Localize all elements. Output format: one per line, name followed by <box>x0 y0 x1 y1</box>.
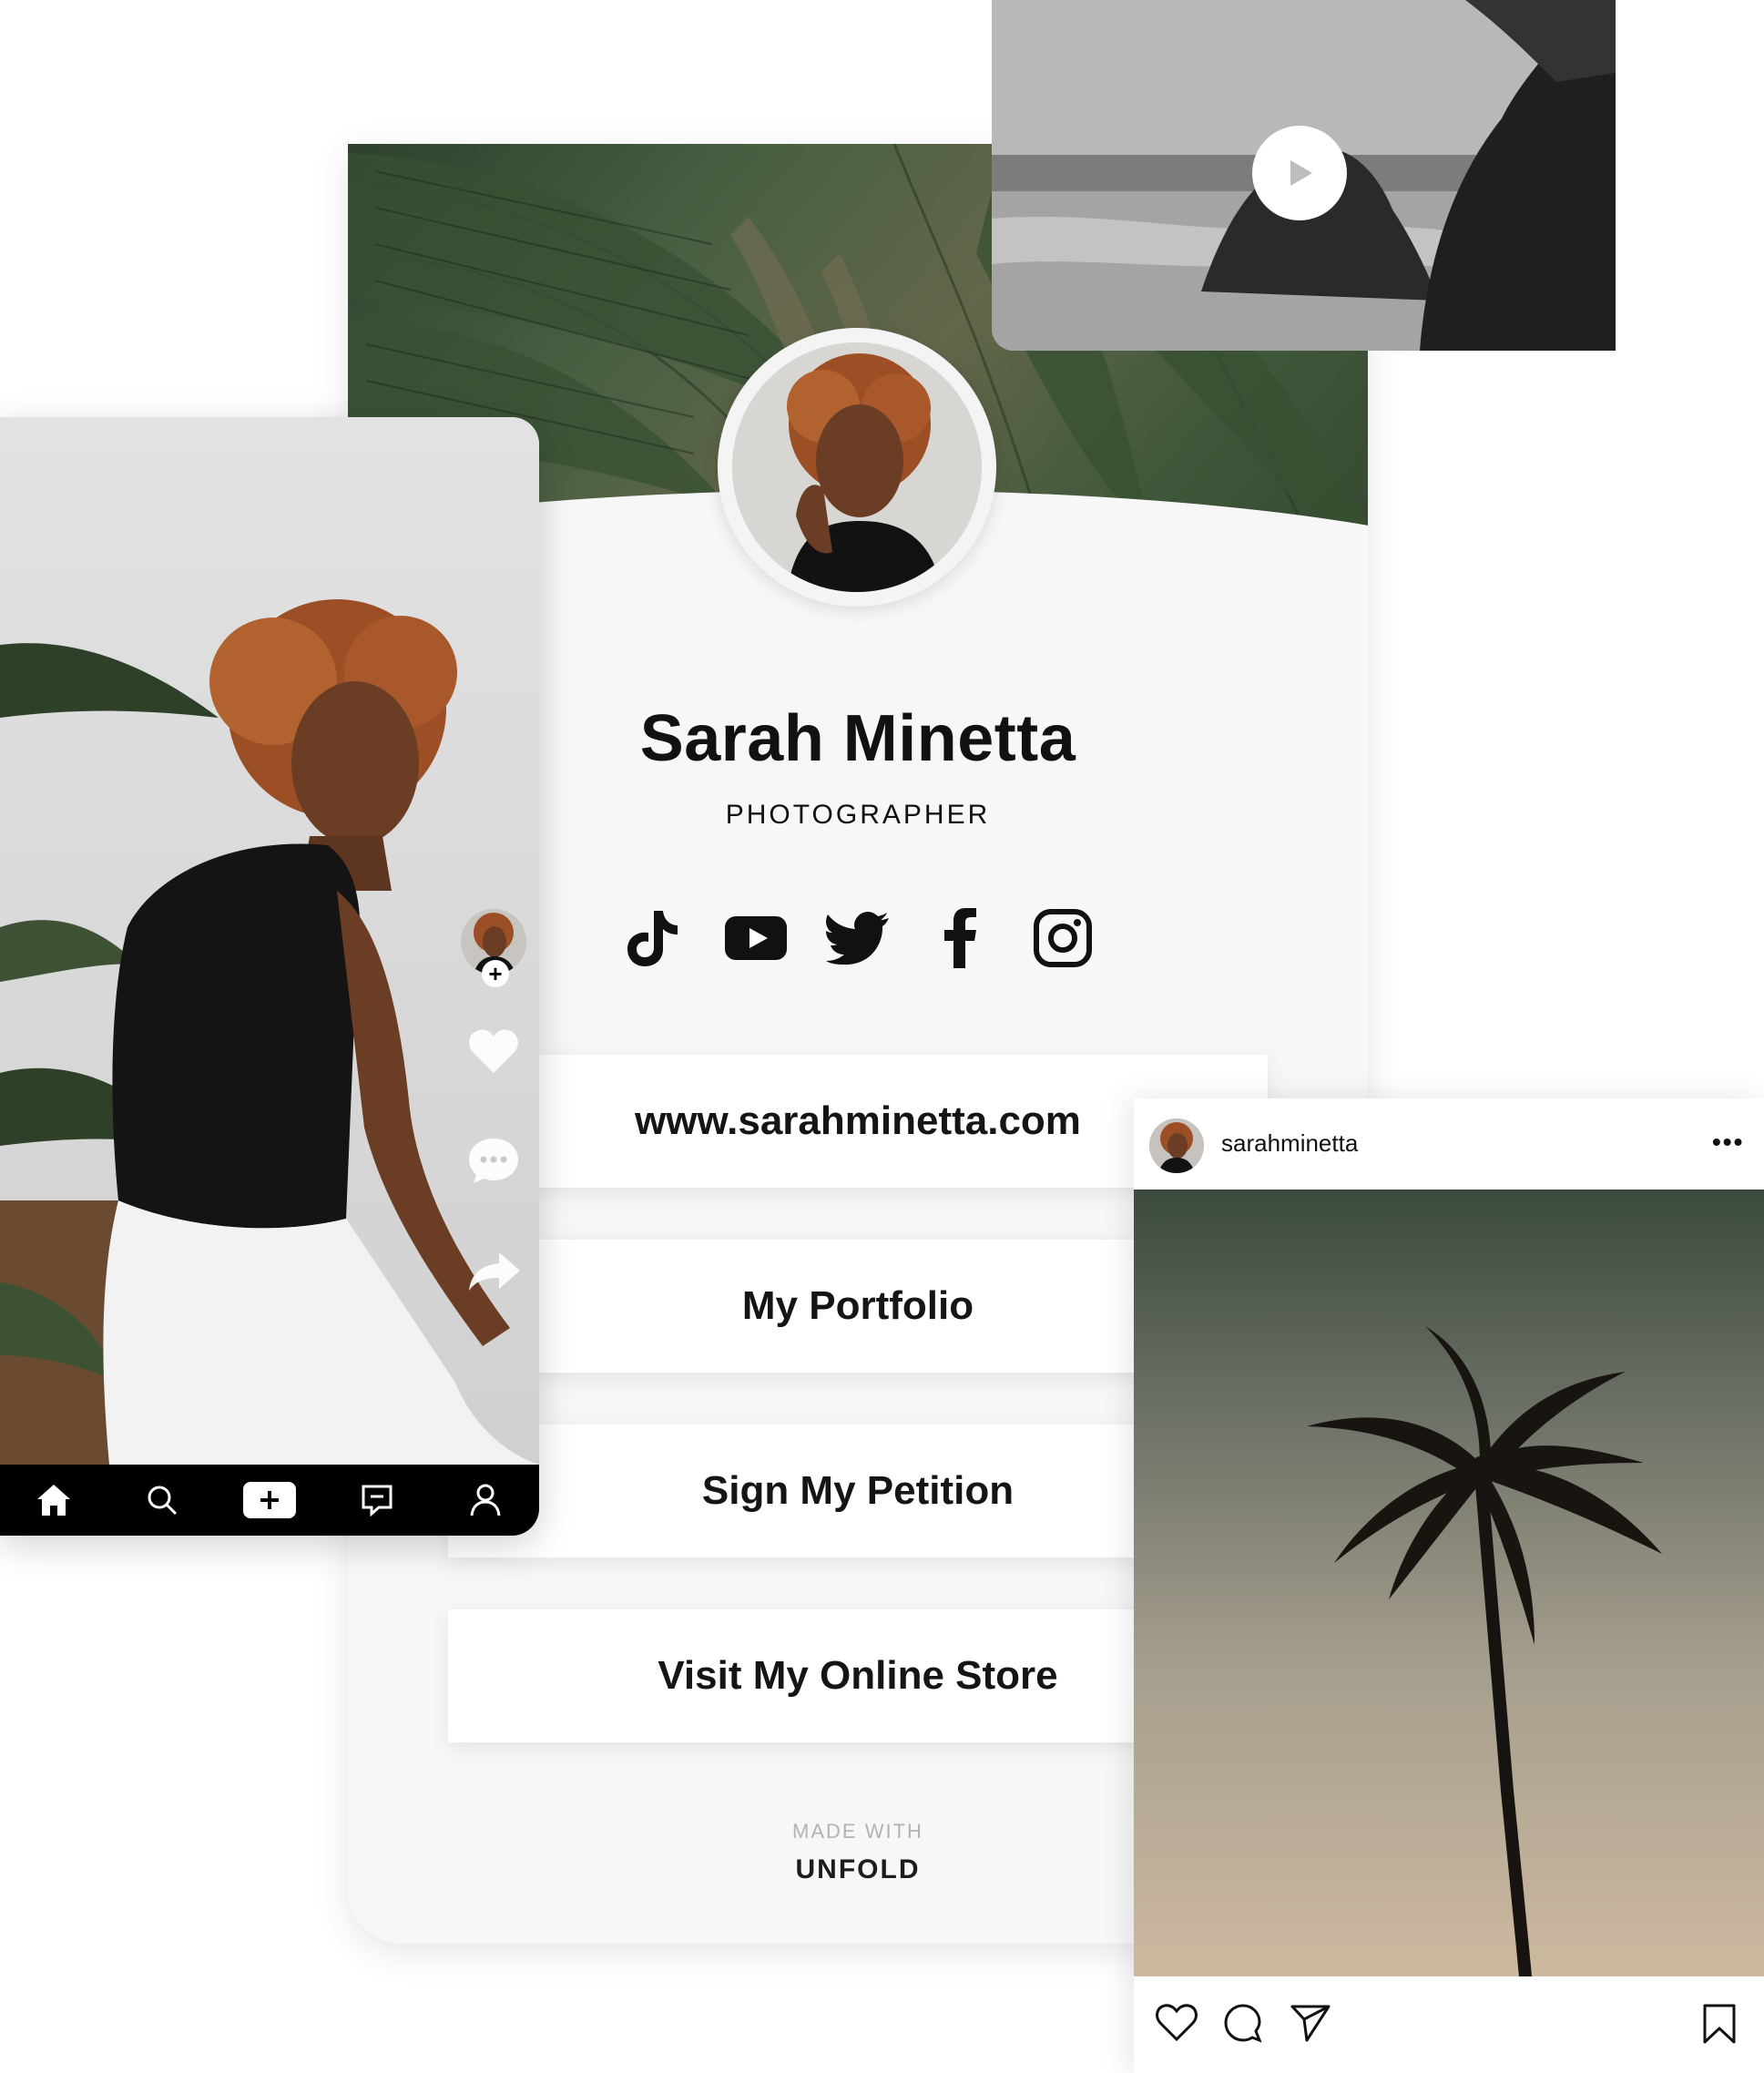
send-icon[interactable] <box>1290 2004 1331 2042</box>
tiktok-nav-bar <box>0 1465 539 1536</box>
share-icon[interactable] <box>468 1251 521 1297</box>
post-username[interactable]: sarahminetta <box>1221 1129 1358 1158</box>
video-card[interactable] <box>992 0 1616 351</box>
inbox-icon[interactable] <box>350 1473 404 1527</box>
portrait-illustration <box>732 342 982 592</box>
post-actions <box>1134 1976 1764 2073</box>
facebook-icon[interactable] <box>929 906 993 970</box>
create-icon[interactable] <box>242 1473 297 1527</box>
play-icon <box>1290 160 1312 186</box>
post-header: sarahminetta ••• <box>1134 1098 1764 1190</box>
social-icons <box>621 902 1095 975</box>
like-icon[interactable] <box>1156 2004 1198 2042</box>
bookmark-icon[interactable] <box>1702 2004 1737 2044</box>
search-icon[interactable] <box>135 1473 189 1527</box>
tiktok-icon[interactable] <box>621 906 685 970</box>
post-photo[interactable] <box>1134 1190 1764 1983</box>
palm-tree-photo <box>1307 1326 1662 1983</box>
avatar[interactable] <box>732 342 982 592</box>
instagram-icon[interactable] <box>1031 906 1095 970</box>
home-icon[interactable] <box>26 1473 81 1527</box>
comment-icon[interactable] <box>1223 2004 1263 2044</box>
instagram-post: sarahminetta ••• <box>1134 1098 1764 2073</box>
post-avatar[interactable] <box>1149 1118 1204 1173</box>
play-button[interactable] <box>1252 126 1347 220</box>
heart-icon[interactable] <box>468 1027 519 1079</box>
woman-photo <box>0 417 539 1536</box>
twitter-icon[interactable] <box>826 906 890 970</box>
more-options-icon[interactable]: ••• <box>1712 1128 1744 1157</box>
tiktok-phone: + <box>0 417 539 1536</box>
profile-icon[interactable] <box>458 1473 513 1527</box>
follow-button[interactable]: + <box>482 960 509 987</box>
youtube-icon[interactable] <box>724 906 788 970</box>
comment-icon[interactable] <box>468 1137 519 1189</box>
